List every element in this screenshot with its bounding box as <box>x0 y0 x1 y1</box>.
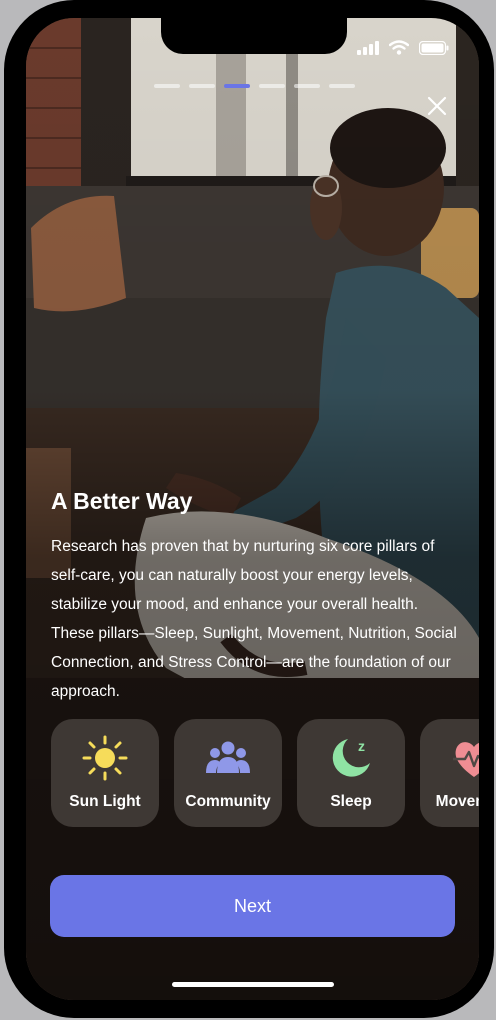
onboarding-progress <box>154 84 355 88</box>
svg-text:z: z <box>358 738 365 754</box>
progress-segment-active <box>224 84 250 88</box>
pillar-card-sunlight[interactable]: Sun Light <box>51 719 159 827</box>
phone-frame: A Better Way Research has proven that by… <box>4 0 494 1018</box>
notch <box>161 18 347 54</box>
pillar-carousel[interactable]: Sun Light Community z Sleep Move <box>51 719 479 827</box>
page-title: A Better Way <box>51 488 193 514</box>
description-text: Research has proven that by nurturing si… <box>51 538 457 700</box>
pillar-label: Sleep <box>330 793 372 810</box>
people-icon <box>206 741 250 773</box>
pillar-label: Movement <box>435 793 479 810</box>
status-bar <box>357 40 449 55</box>
progress-segment <box>329 84 355 88</box>
pillar-card-movement[interactable]: Movement <box>420 719 479 827</box>
onboarding-screen: A Better Way Research has proven that by… <box>26 18 479 1000</box>
pillar-card-sleep[interactable]: z Sleep <box>297 719 405 827</box>
battery-icon <box>419 40 449 55</box>
pillar-label: Sun Light <box>69 793 141 810</box>
wifi-icon <box>389 40 409 55</box>
progress-segment <box>154 84 180 88</box>
signal-icon <box>357 40 379 55</box>
sun-icon <box>82 735 128 781</box>
next-button[interactable]: Next <box>50 875 455 937</box>
pillar-card-community[interactable]: Community <box>174 719 282 827</box>
progress-segment <box>189 84 215 88</box>
home-indicator <box>172 982 334 987</box>
progress-segment <box>259 84 285 88</box>
pillar-label: Community <box>185 793 271 810</box>
progress-segment <box>294 84 320 88</box>
heartbeat-icon <box>453 742 479 777</box>
close-icon[interactable] <box>425 94 449 118</box>
moon-icon: z <box>332 738 370 777</box>
